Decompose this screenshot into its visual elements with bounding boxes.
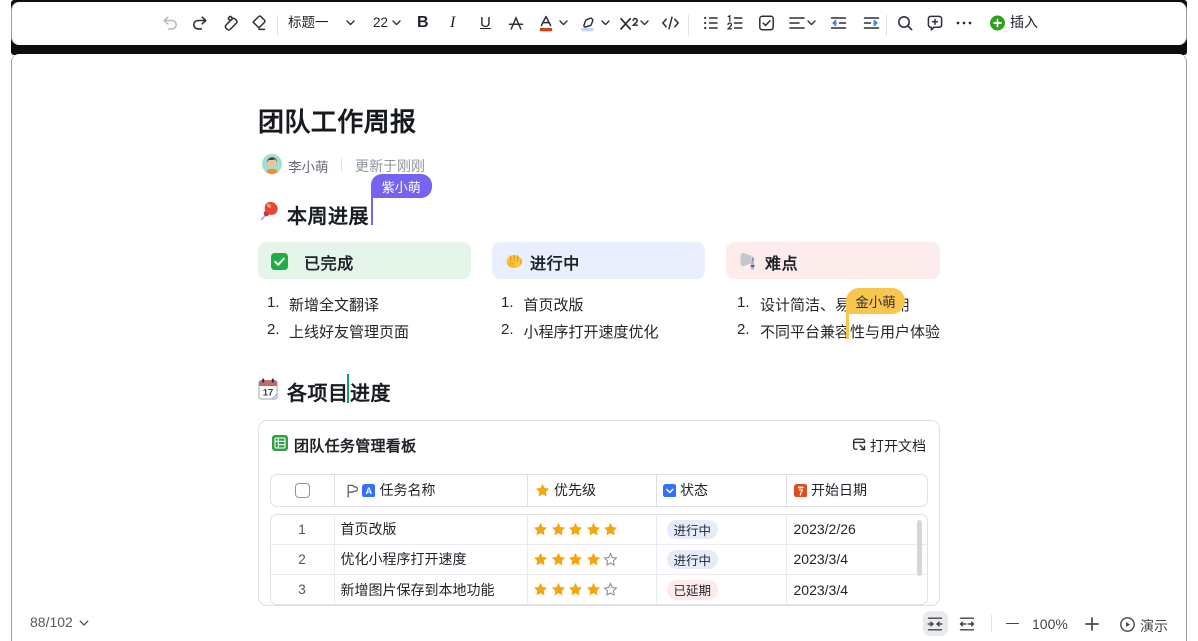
svg-text:7: 7: [798, 487, 803, 497]
svg-text:17: 17: [263, 388, 274, 399]
svg-text:A: A: [365, 486, 372, 496]
